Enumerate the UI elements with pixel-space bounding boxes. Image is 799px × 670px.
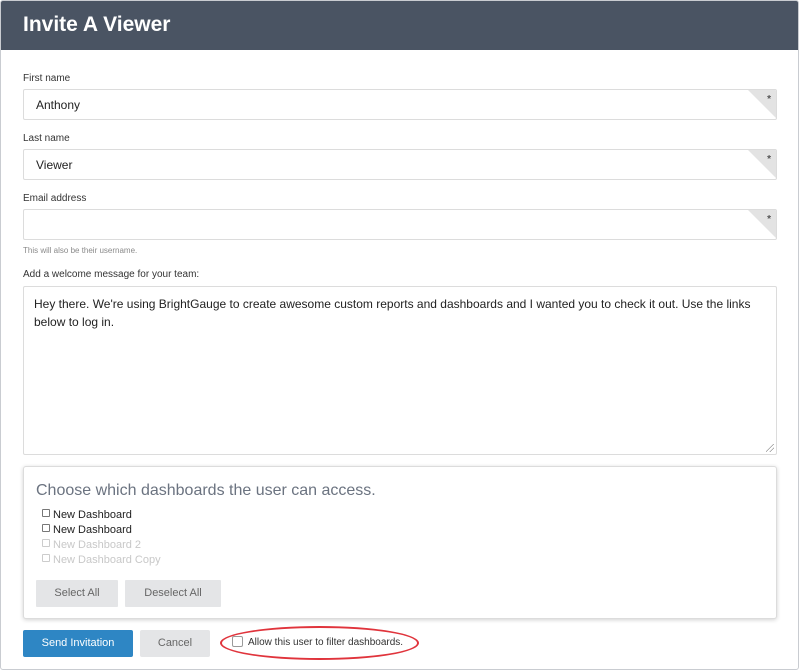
dashboard-option-disabled: New Dashboard Copy	[42, 554, 161, 568]
cancel-button[interactable]: Cancel	[140, 630, 210, 657]
email-hint: This will also be their username.	[23, 246, 138, 255]
dashboard-option-label: New Dashboard Copy	[53, 554, 161, 566]
dashboard-option-label: New Dashboard	[53, 509, 132, 521]
required-corner-icon	[747, 210, 776, 239]
required-asterisk-icon: *	[767, 214, 771, 225]
last-name-label: Last name	[23, 133, 70, 144]
welcome-message-label: Add a welcome message for your team:	[23, 269, 200, 280]
checkbox-icon[interactable]	[42, 509, 50, 517]
allow-filter-label: Allow this user to filter dashboards.	[248, 637, 404, 648]
welcome-message-textarea[interactable]: Hey there. We're using BrightGauge to cr…	[23, 286, 777, 455]
last-name-field[interactable]: Viewer *	[23, 149, 777, 180]
welcome-message-text: Hey there. We're using BrightGauge to cr…	[34, 297, 751, 329]
checkbox-icon[interactable]	[42, 524, 50, 532]
dashboard-option[interactable]: New Dashboard	[42, 509, 132, 523]
required-asterisk-icon: *	[767, 154, 771, 165]
select-all-button[interactable]: Select All	[36, 580, 118, 607]
dashboard-access-panel: Choose which dashboards the user can acc…	[23, 466, 777, 619]
dialog-header: Invite A Viewer	[1, 1, 798, 50]
send-invitation-button[interactable]: Send Invitation	[23, 630, 133, 657]
resize-handle-icon[interactable]	[766, 444, 774, 452]
dashboard-access-title: Choose which dashboards the user can acc…	[36, 482, 376, 499]
first-name-value: Anthony	[36, 98, 81, 112]
checkbox-icon	[42, 554, 50, 562]
dashboard-option-label: New Dashboard	[53, 524, 132, 536]
dialog-title: Invite A Viewer	[23, 13, 171, 36]
checkbox-icon	[42, 539, 50, 547]
required-corner-icon	[747, 90, 776, 119]
checkbox-icon[interactable]	[232, 636, 243, 647]
first-name-label: First name	[23, 73, 71, 84]
required-asterisk-icon: *	[767, 94, 771, 105]
last-name-value: Viewer	[36, 158, 73, 172]
dashboard-option[interactable]: New Dashboard	[42, 524, 132, 538]
required-corner-icon	[747, 150, 776, 179]
dashboard-option-disabled: New Dashboard 2	[42, 539, 141, 553]
email-label: Email address	[23, 193, 87, 204]
email-field[interactable]: *	[23, 209, 777, 240]
dashboard-option-label: New Dashboard 2	[53, 539, 142, 551]
deselect-all-button[interactable]: Deselect All	[125, 580, 221, 607]
invite-viewer-dialog: Invite A Viewer First name Anthony * Las…	[0, 0, 799, 670]
allow-filter-option[interactable]: Allow this user to filter dashboards.	[232, 636, 403, 650]
first-name-field[interactable]: Anthony *	[23, 89, 777, 120]
